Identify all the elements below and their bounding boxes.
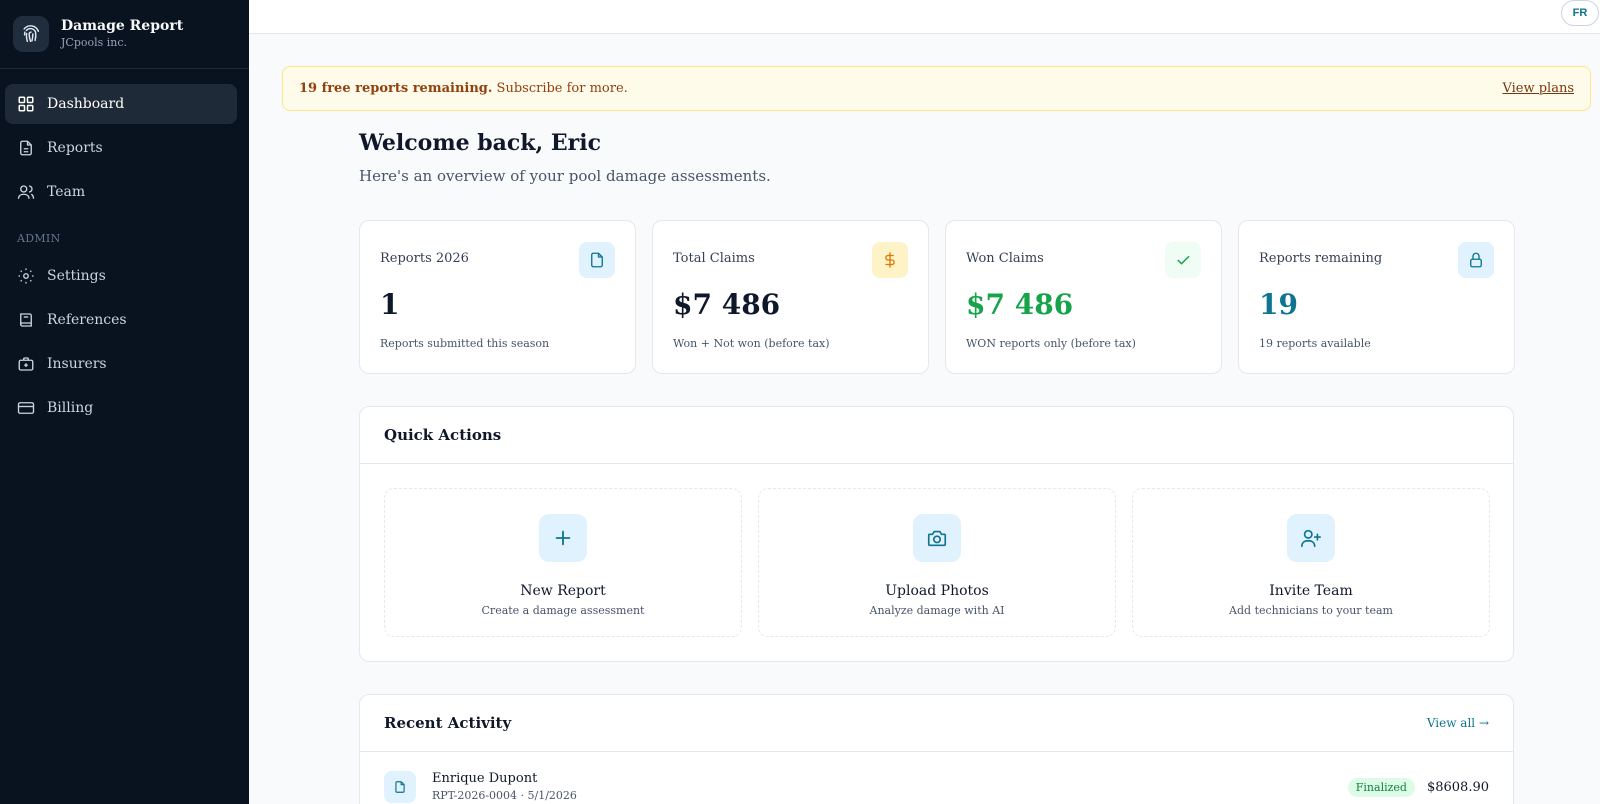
sidebar-item-billing[interactable]: Billing xyxy=(5,388,237,428)
sidebar-item-label: Reports xyxy=(47,140,103,156)
check-icon xyxy=(1165,242,1201,278)
file-icon xyxy=(20,140,32,156)
language-toggle-button[interactable]: FR xyxy=(1561,0,1599,26)
dollar-icon xyxy=(872,242,908,278)
sidebar-item-team[interactable]: Team xyxy=(5,172,237,212)
stat-card-won-claims: Won Claims $7 486 WON reports only (befo… xyxy=(945,220,1222,374)
file-icon xyxy=(384,771,416,803)
quick-action-title: Upload Photos xyxy=(885,583,989,599)
sidebar-item-dashboard[interactable]: Dashboard xyxy=(5,84,237,124)
grid-icon xyxy=(18,96,34,112)
stat-note: Won + Not won (before tax) xyxy=(673,337,830,350)
stat-card-reports-remaining: Reports remaining 19 19 reports availabl… xyxy=(1238,220,1515,374)
status-badge: Finalized xyxy=(1347,777,1415,797)
view-plans-link[interactable]: View plans xyxy=(1502,81,1574,96)
activity-client-name: Enrique Dupont xyxy=(432,770,538,786)
book-icon xyxy=(20,313,32,327)
banner-message: 19 free reports remaining. Subscribe for… xyxy=(299,81,628,96)
camera-icon xyxy=(913,514,961,562)
topbar: FR xyxy=(249,0,1600,34)
quick-actions-title: Quick Actions xyxy=(384,426,502,444)
stat-value: $7 486 xyxy=(966,288,1074,321)
brand-company: JCpools inc. xyxy=(61,35,128,49)
stat-value: 19 xyxy=(1259,288,1298,321)
recent-activity-title: Recent Activity xyxy=(384,714,512,732)
sidebar-item-settings[interactable]: Settings xyxy=(5,256,237,296)
sidebar-nav: Dashboard Reports Team ADMIN Settings Re… xyxy=(0,69,249,428)
stat-value: 1 xyxy=(380,288,400,321)
view-all-link[interactable]: View all → xyxy=(1427,716,1489,730)
subscription-banner: 19 free reports remaining. Subscribe for… xyxy=(282,66,1591,111)
quick-action-subtitle: Analyze damage with AI xyxy=(869,604,1005,617)
activity-amount: $8608.90 xyxy=(1426,779,1489,795)
sidebar-item-label: Insurers xyxy=(47,356,107,372)
banner-bold-text: 19 free reports remaining. xyxy=(299,81,493,96)
stat-note: WON reports only (before tax) xyxy=(966,337,1136,350)
new-report-button[interactable]: New Report Create a damage assessment xyxy=(384,488,742,637)
stat-card-total-claims: Total Claims $7 486 Won + Not won (befor… xyxy=(652,220,929,374)
stat-card-reports: Reports 2026 1 Reports submitted this se… xyxy=(359,220,636,374)
banner-text: Subscribe for more. xyxy=(496,81,628,96)
upload-photos-button[interactable]: Upload Photos Analyze damage with AI xyxy=(758,488,1116,637)
stat-label: Won Claims xyxy=(966,251,1044,266)
sidebar-item-label: Settings xyxy=(47,268,106,284)
stat-note: Reports submitted this season xyxy=(380,337,550,350)
page-subtitle: Here's an overview of your pool damage a… xyxy=(359,167,771,185)
stat-label: Reports 2026 xyxy=(380,251,469,266)
briefcase-plus-icon xyxy=(18,357,34,371)
brand[interactable]: Damage Report JCpools inc. xyxy=(0,0,249,69)
quick-actions-panel: Quick Actions New Report Create a damage… xyxy=(359,406,1514,662)
sidebar-item-reports[interactable]: Reports xyxy=(5,128,237,168)
stat-value: $7 486 xyxy=(673,288,781,321)
recent-activity-panel: Recent Activity View all → Enrique Dupon… xyxy=(359,694,1514,804)
sidebar: Damage Report JCpools inc. Dashboard Rep… xyxy=(0,0,249,804)
sidebar-item-references[interactable]: References xyxy=(5,300,237,340)
nav-section-admin: ADMIN xyxy=(17,231,61,245)
sidebar-item-label: Dashboard xyxy=(47,96,125,112)
invite-team-button[interactable]: Invite Team Add technicians to your team xyxy=(1132,488,1490,637)
file-icon xyxy=(579,242,615,278)
list-item[interactable]: Enrique Dupont RPT-2026-0004 · 5/1/2026 … xyxy=(384,770,1489,804)
quick-action-title: New Report xyxy=(520,583,606,599)
user-plus-icon xyxy=(1287,514,1335,562)
sidebar-item-label: Team xyxy=(47,184,86,200)
sidebar-item-label: References xyxy=(47,312,127,328)
credit-card-icon xyxy=(17,402,35,414)
users-icon xyxy=(17,185,35,199)
lock-icon xyxy=(1458,242,1494,278)
plus-icon xyxy=(539,514,587,562)
quick-action-subtitle: Add technicians to your team xyxy=(1229,604,1393,617)
page-title: Welcome back, Eric xyxy=(359,130,601,156)
sidebar-item-label: Billing xyxy=(47,400,94,416)
stat-label: Reports remaining xyxy=(1259,251,1383,266)
gear-icon xyxy=(18,268,34,284)
quick-action-title: Invite Team xyxy=(1269,583,1353,599)
quick-action-subtitle: Create a damage assessment xyxy=(481,604,645,617)
fingerprint-icon xyxy=(13,16,49,52)
quick-actions-header: Quick Actions xyxy=(360,407,1513,464)
sidebar-item-insurers[interactable]: Insurers xyxy=(5,344,237,384)
stat-note: 19 reports available xyxy=(1259,337,1371,350)
recent-activity-header: Recent Activity View all → xyxy=(360,695,1513,752)
brand-title: Damage Report xyxy=(61,17,184,34)
activity-meta: RPT-2026-0004 · 5/1/2026 xyxy=(432,788,577,802)
stat-label: Total Claims xyxy=(673,251,755,266)
